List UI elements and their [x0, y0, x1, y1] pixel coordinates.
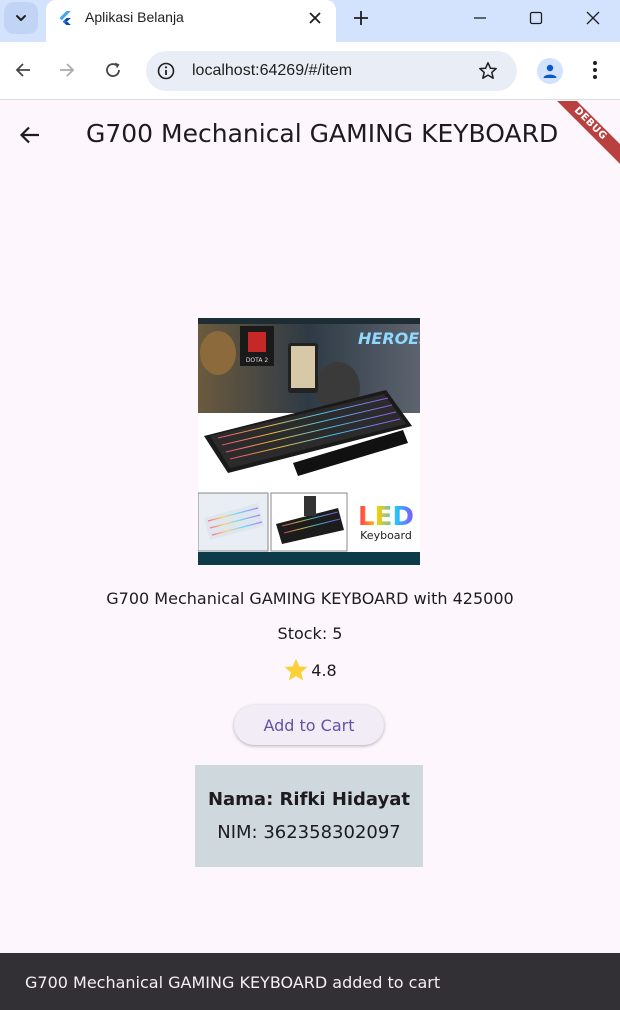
dota-logo-text: DOTA 2 — [246, 357, 269, 364]
more-menu-icon[interactable] — [583, 58, 607, 82]
snackbar: G700 Mechanical GAMING KEYBOARD added to… — [0, 953, 620, 1010]
page-title: G700 Mechanical GAMING KEYBOARD — [86, 119, 559, 148]
rating-value: 4.8 — [311, 660, 337, 680]
site-info-icon[interactable] — [156, 61, 176, 81]
product-image: DOTA 2 HEROES — [198, 318, 420, 565]
product-description-text: G700 Mechanical GAMING KEYBOARD with 425… — [106, 589, 514, 608]
tab-search-button[interactable] — [4, 2, 38, 34]
maximize-icon[interactable] — [523, 5, 549, 31]
browser-tab-active[interactable]: Aplikasi Belanja — [46, 0, 336, 42]
product-rating: 4.8 — [0, 657, 620, 683]
profile-avatar-icon[interactable] — [537, 58, 563, 84]
browser-tabstrip: Aplikasi Belanja — [0, 0, 620, 42]
app-bar: G700 Mechanical GAMING KEYBOARD — [0, 101, 620, 169]
browser-toolbar: localhost:64269/#/item — [0, 42, 620, 100]
forward-arrow-icon[interactable] — [55, 58, 79, 82]
minimize-icon[interactable] — [467, 5, 493, 31]
snackbar-message: G700 Mechanical GAMING KEYBOARD added to… — [25, 973, 441, 992]
add-to-cart-button[interactable]: Add to Cart — [234, 705, 384, 745]
student-name: Nama: Rifki Hidayat — [207, 789, 411, 810]
close-window-icon[interactable] — [580, 5, 606, 31]
product-stock: Stock: 5 — [277, 624, 343, 643]
led-text: LED — [358, 502, 414, 532]
chevron-down-icon — [16, 15, 26, 21]
back-arrow-icon[interactable] — [14, 119, 46, 151]
tab-close-icon[interactable] — [306, 9, 324, 27]
tab-title: Aplikasi Belanja — [85, 9, 184, 25]
back-arrow-icon[interactable] — [11, 58, 35, 82]
star-icon — [284, 658, 308, 681]
address-bar[interactable]: localhost:64269/#/item — [146, 51, 517, 91]
student-nim: NIM: 362358302097 — [217, 822, 401, 843]
reload-icon[interactable] — [101, 58, 125, 82]
app-viewport: G700 Mechanical GAMING KEYBOARD DEBUG DO… — [0, 101, 620, 1010]
flutter-icon — [59, 11, 71, 25]
url-text[interactable]: localhost:64269/#/item — [192, 62, 352, 80]
heroes-logo-text: HEROES — [358, 329, 420, 348]
new-tab-icon[interactable] — [349, 6, 373, 30]
product-description: G700 Mechanical GAMING KEYBOARD with 425… — [0, 589, 620, 608]
keyboard-text: Keyboard — [360, 529, 412, 542]
identity-card: Nama: Rifki Hidayat NIM: 362358302097 — [195, 765, 423, 867]
bookmark-star-icon[interactable] — [478, 61, 498, 81]
